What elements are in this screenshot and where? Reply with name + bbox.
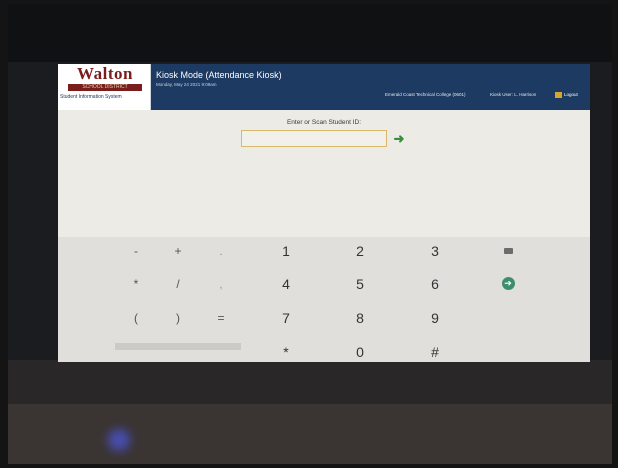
device-bezel-top	[8, 4, 612, 62]
submit-button[interactable]: ➔	[483, 273, 533, 295]
school-name: Emerald Coast Technical College (0601)	[385, 92, 466, 97]
keypad-bar	[115, 343, 241, 350]
current-date: Monday, May 24 2021 9:09am	[156, 82, 217, 87]
key-1[interactable]: 1	[261, 240, 311, 262]
key-period[interactable]: .	[196, 240, 246, 262]
backspace-button[interactable]	[483, 240, 533, 262]
logout-icon	[555, 91, 562, 98]
key-6[interactable]: 6	[410, 273, 460, 295]
district-logo: Walton SCHOOL DISTRICT Student Informati…	[58, 64, 151, 110]
key-hash[interactable]: #	[410, 341, 460, 362]
key-3[interactable]: 3	[410, 240, 460, 262]
kiosk-user: Kiosk User: L. Harrison	[490, 92, 537, 97]
logout-label: Logout	[564, 92, 578, 97]
key-equals[interactable]: =	[196, 307, 246, 329]
keypad: - +. 1 2 3 * /, 4 5 6 ➔() = 7 8 9 * 0 #	[58, 237, 590, 362]
key-0[interactable]: 0	[335, 341, 385, 362]
logo-caption: Student Information System	[60, 94, 122, 100]
submit-circle-icon: ➔	[501, 277, 515, 291]
student-id-input[interactable]	[241, 130, 387, 147]
key-asterisk[interactable]: *	[261, 341, 311, 362]
logo-band: SCHOOL DISTRICT	[68, 84, 142, 91]
app-header: Walton SCHOOL DISTRICT Student Informati…	[58, 64, 590, 110]
key-7[interactable]: 7	[261, 307, 311, 329]
key-2[interactable]: 2	[335, 240, 385, 262]
kiosk-screen: Walton SCHOOL DISTRICT Student Informati…	[58, 64, 590, 362]
key-9[interactable]: 9	[410, 307, 460, 329]
logout-button[interactable]: Logout	[555, 90, 578, 99]
key-4[interactable]: 4	[261, 273, 311, 295]
key-comma[interactable]: ,	[196, 273, 246, 295]
backspace-icon	[503, 247, 513, 254]
page-title: Kiosk Mode (Attendance Kiosk)	[156, 70, 282, 80]
key-5[interactable]: 5	[335, 273, 385, 295]
power-led	[108, 429, 130, 451]
key-8[interactable]: 8	[335, 307, 385, 329]
desk-surface	[8, 404, 612, 464]
student-id-prompt: Enter or Scan Student ID:	[286, 119, 362, 126]
logo-name: Walton	[77, 64, 133, 83]
arrow-right-icon[interactable]: ➜	[391, 130, 407, 147]
